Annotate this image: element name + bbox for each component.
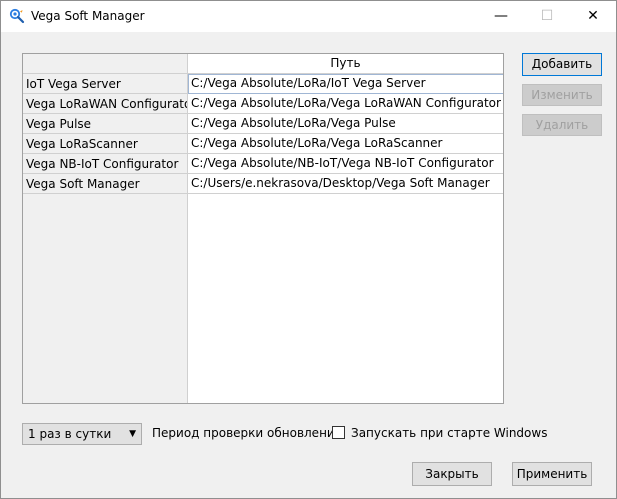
- row-name[interactable]: Vega NB-IoT Configurator: [23, 154, 188, 174]
- row-name[interactable]: Vega LoRaWAN Configurator: [23, 94, 188, 114]
- row-name[interactable]: Vega LoRaScanner: [23, 134, 188, 154]
- minimize-button[interactable]: —: [478, 1, 524, 32]
- table-rows: IoT Vega Server C:/Vega Absolute/LoRa/Io…: [23, 74, 503, 194]
- programs-table[interactable]: Путь IoT Vega Server C:/Vega Absolute/Lo…: [22, 53, 504, 404]
- row-path[interactable]: C:/Vega Absolute/LoRa/IoT Vega Server: [188, 74, 503, 94]
- row-name[interactable]: IoT Vega Server: [23, 74, 188, 94]
- window-title: Vega Soft Manager: [31, 9, 145, 23]
- apply-button[interactable]: Применить: [512, 462, 592, 486]
- table-row[interactable]: Vega LoRaWAN Configurator C:/Vega Absolu…: [23, 94, 503, 114]
- row-path[interactable]: C:/Vega Absolute/LoRa/Vega LoRaScanner: [188, 134, 503, 154]
- autostart-checkbox[interactable]: [332, 426, 345, 439]
- table-row[interactable]: Vega Pulse C:/Vega Absolute/LoRa/Vega Pu…: [23, 114, 503, 134]
- table-row[interactable]: IoT Vega Server C:/Vega Absolute/LoRa/Io…: [23, 74, 503, 94]
- column-header-path[interactable]: Путь: [188, 54, 503, 74]
- app-window: Vega Soft Manager — ☐ ✕ Путь IoT Vega Se…: [0, 0, 617, 499]
- update-period-label: Период проверки обновлений: [152, 426, 343, 440]
- row-path[interactable]: C:/Vega Absolute/LoRa/Vega LoRaWAN Confi…: [188, 94, 503, 114]
- table-corner: [23, 54, 188, 74]
- table-row[interactable]: Vega LoRaScanner C:/Vega Absolute/LoRa/V…: [23, 134, 503, 154]
- table-row[interactable]: Vega Soft Manager C:/Users/e.nekrasova/D…: [23, 174, 503, 194]
- autostart-label[interactable]: Запускать при старте Windows: [351, 426, 547, 440]
- close-button[interactable]: Закрыть: [412, 462, 492, 486]
- delete-button[interactable]: Удалить: [522, 114, 602, 136]
- table-row[interactable]: Vega NB-IoT Configurator C:/Vega Absolut…: [23, 154, 503, 174]
- row-path[interactable]: C:/Vega Absolute/LoRa/Vega Pulse: [188, 114, 503, 134]
- app-icon: [9, 8, 25, 24]
- maximize-button[interactable]: ☐: [524, 1, 570, 32]
- chevron-down-icon: ▼: [129, 429, 136, 439]
- add-button[interactable]: Добавить: [522, 53, 602, 76]
- edit-button[interactable]: Изменить: [522, 84, 602, 106]
- row-name[interactable]: Vega Pulse: [23, 114, 188, 134]
- row-name[interactable]: Vega Soft Manager: [23, 174, 188, 194]
- title-bar[interactable]: Vega Soft Manager — ☐ ✕: [1, 1, 616, 32]
- row-path[interactable]: C:/Users/e.nekrasova/Desktop/Vega Soft M…: [188, 174, 503, 194]
- close-window-button[interactable]: ✕: [570, 1, 616, 32]
- update-period-select[interactable]: 1 раз в сутки ▼: [22, 423, 142, 445]
- update-period-value: 1 раз в сутки: [28, 427, 112, 441]
- row-path[interactable]: C:/Vega Absolute/NB-IoT/Vega NB-IoT Conf…: [188, 154, 503, 174]
